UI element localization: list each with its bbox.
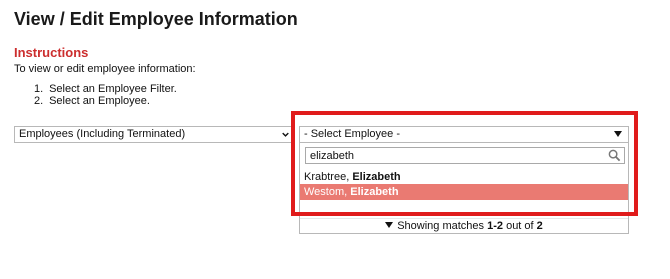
step-number: 2. [34, 95, 44, 107]
matches-status[interactable]: Showing matches 1-2 out of 2 [300, 218, 628, 233]
matches-prefix: Showing matches [397, 220, 488, 232]
chevron-down-icon [282, 132, 289, 137]
page-title: View / Edit Employee Information [14, 9, 298, 29]
employee-select[interactable]: - Select Employee - [299, 126, 629, 143]
step-item: 1. Select an Employee Filter. [34, 83, 177, 95]
employee-option[interactable]: Krabtree, Elizabeth [300, 169, 628, 185]
option-last-name: Westom, [304, 186, 351, 198]
search-icon[interactable] [608, 149, 621, 162]
employee-filter-select[interactable]: Employees (Including Terminated) [14, 126, 293, 143]
instructions-heading: Instructions [14, 45, 89, 60]
instructions-steps: 1. Select an Employee Filter. 2. Select … [34, 83, 177, 107]
employee-search-input[interactable] [305, 147, 625, 164]
step-text: Select an Employee Filter. [49, 83, 177, 95]
step-text: Select an Employee. [49, 95, 150, 107]
instructions-text: To view or edit employee information: [14, 63, 196, 75]
employee-filter-value: Employees (Including Terminated) [19, 128, 186, 140]
triangle-down-icon [614, 131, 622, 137]
matches-middle: out of [503, 220, 537, 232]
matches-total: 2 [536, 220, 543, 232]
employee-option-highlighted[interactable]: Westom, Elizabeth [300, 184, 628, 200]
employee-select-value: - Select Employee - [304, 128, 400, 140]
option-last-name: Krabtree, [304, 171, 353, 183]
matches-range: 1-2 [487, 220, 504, 232]
option-match-text: Elizabeth [350, 186, 399, 198]
triangle-down-icon [385, 222, 394, 228]
step-number: 1. [34, 83, 44, 95]
step-item: 2. Select an Employee. [34, 95, 177, 107]
option-match-text: Elizabeth [352, 171, 401, 183]
employee-dropdown-panel: Krabtree, Elizabeth Westom, Elizabeth Sh… [299, 142, 629, 234]
